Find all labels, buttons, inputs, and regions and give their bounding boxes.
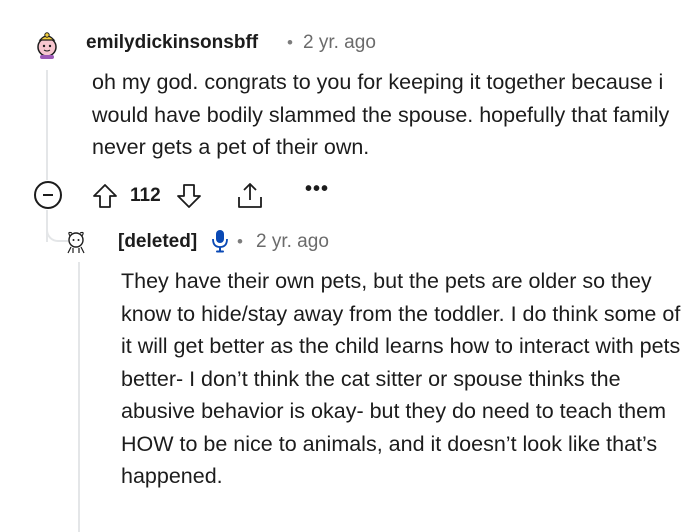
vote-count: 112	[130, 185, 161, 206]
share-icon[interactable]	[234, 180, 266, 212]
meta-separator: •	[237, 232, 243, 251]
deleted-avatar-icon	[67, 231, 85, 254]
comment-body: oh my god. congrats to you for keeping i…	[92, 70, 670, 159]
more-options-icon[interactable]: •••	[305, 178, 329, 201]
collapse-icon[interactable]	[34, 181, 62, 209]
comment-author[interactable]: [deleted]	[118, 231, 197, 253]
mic-icon	[212, 230, 228, 253]
comment-timestamp[interactable]: 2 yr. ago	[256, 231, 329, 253]
comment-body: They have their own pets, but the pets a…	[121, 269, 681, 488]
avatar-icon[interactable]	[31, 28, 63, 60]
downvote-icon[interactable]	[175, 182, 203, 210]
upvote-icon[interactable]	[91, 182, 119, 210]
thread-line	[78, 262, 80, 532]
comment-author[interactable]: emilydickinsonsbff	[86, 32, 258, 54]
meta-separator: •	[287, 33, 293, 52]
comment-timestamp[interactable]: 2 yr. ago	[303, 32, 376, 54]
thread-line	[46, 70, 48, 180]
